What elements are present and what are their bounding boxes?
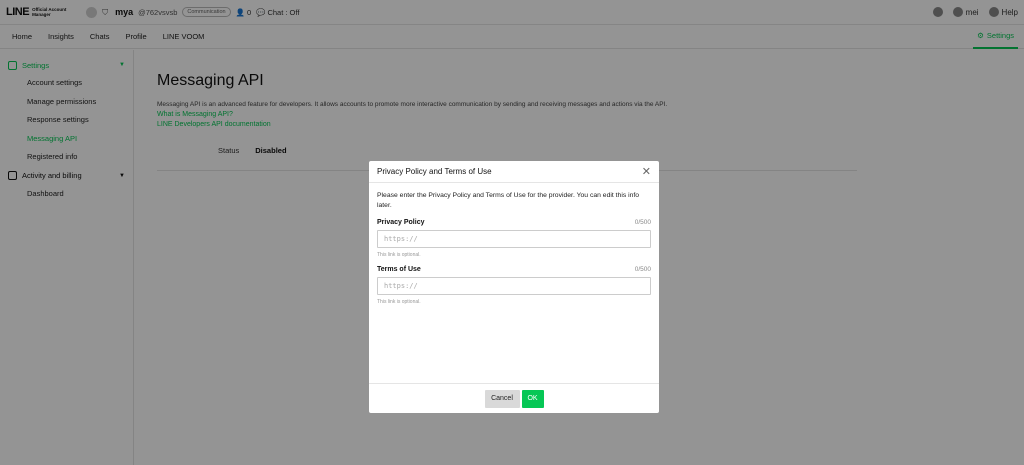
terms-of-use-input[interactable]	[377, 277, 651, 295]
dialog-header: Privacy Policy and Terms of Use ✕	[369, 161, 659, 183]
privacy-field-header: Privacy Policy 0/500	[377, 219, 651, 226]
terms-of-use-label: Terms of Use	[377, 266, 421, 273]
privacy-hint: This link is optional.	[377, 252, 421, 258]
dialog-footer: Cancel OK	[369, 383, 659, 413]
privacy-char-count: 0/500	[634, 219, 651, 226]
terms-hint: This link is optional.	[377, 299, 421, 305]
terms-field-header: Terms of Use 0/500	[377, 266, 651, 273]
ok-button[interactable]: OK	[521, 389, 544, 408]
terms-char-count: 0/500	[634, 266, 651, 273]
privacy-policy-input[interactable]	[377, 230, 651, 248]
privacy-terms-dialog: Privacy Policy and Terms of Use ✕ Please…	[369, 161, 659, 413]
close-icon[interactable]: ✕	[642, 165, 651, 178]
dialog-description: Please enter the Privacy Policy and Term…	[377, 192, 640, 209]
privacy-policy-label: Privacy Policy	[377, 219, 425, 226]
dialog-title: Privacy Policy and Terms of Use	[377, 167, 492, 176]
cancel-button[interactable]: Cancel	[484, 389, 520, 408]
dialog-body: Please enter the Privacy Policy and Term…	[369, 183, 659, 305]
